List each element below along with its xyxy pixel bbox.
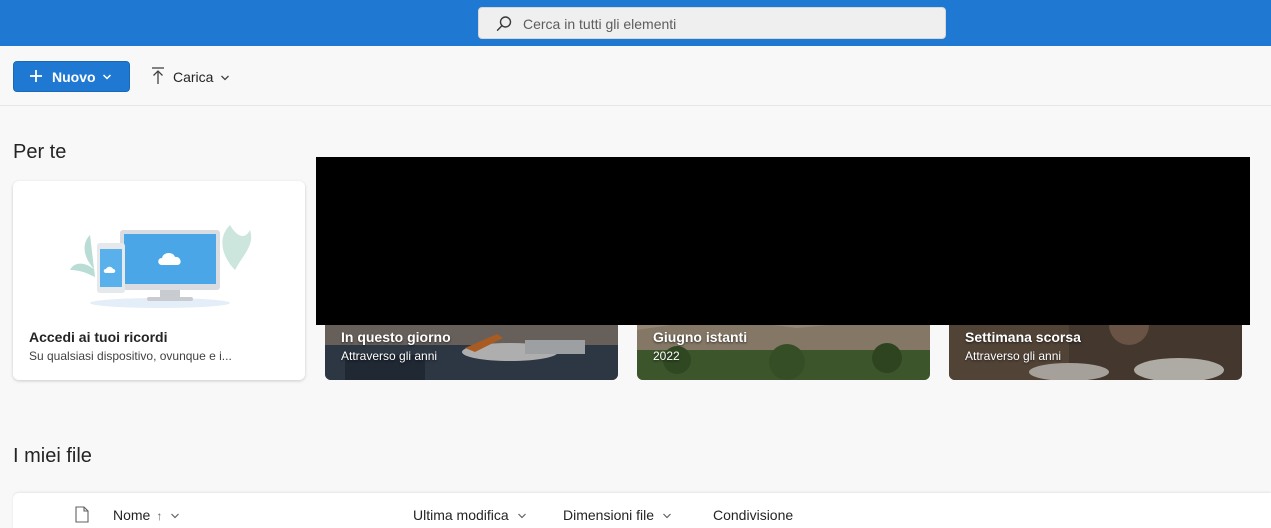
chevron-down-icon bbox=[663, 513, 671, 519]
command-bar: Nuovo Carica bbox=[0, 46, 1271, 106]
chevron-down-icon bbox=[221, 75, 229, 81]
search-placeholder[interactable]: Cerca in tutti gli elementi bbox=[523, 16, 676, 32]
upload-arrow-icon bbox=[152, 67, 164, 84]
chevron-down-icon bbox=[102, 74, 112, 80]
chevron-down-icon bbox=[517, 513, 526, 519]
column-name-label: Nome bbox=[113, 507, 151, 523]
memories-card[interactable]: Accedi ai tuoi ricordi Su qualsiasi disp… bbox=[13, 181, 305, 380]
memories-card-title: Accedi ai tuoi ricordi bbox=[29, 329, 168, 345]
for-you-title: Per te bbox=[13, 141, 67, 163]
chevron-down-icon bbox=[171, 513, 180, 519]
photo-card-subtitle: Attraverso gli anni bbox=[965, 349, 1062, 363]
column-sharing-label: Condivisione bbox=[713, 507, 794, 523]
memories-card-subtitle: Su qualsiasi dispositivo, ovunque e i... bbox=[29, 349, 232, 363]
file-list-header: Nome ↑ Ultima modifica Dimensioni file Co… bbox=[13, 493, 1271, 528]
document-icon bbox=[75, 506, 89, 523]
redacted-region bbox=[316, 157, 1250, 325]
search-box[interactable]: Cerca in tutti gli elementi bbox=[478, 7, 946, 39]
new-button[interactable]: Nuovo bbox=[13, 61, 130, 92]
top-bar: Cerca in tutti gli elementi bbox=[0, 0, 1271, 46]
upload-button-label: Carica bbox=[173, 69, 214, 85]
new-button-label: Nuovo bbox=[52, 69, 96, 85]
column-last-modified-label: Ultima modifica bbox=[413, 507, 509, 523]
photo-card-subtitle: 2022 bbox=[653, 349, 680, 363]
upload-button[interactable]: Carica bbox=[148, 62, 238, 92]
sort-ascending-icon: ↑ bbox=[156, 509, 163, 523]
column-file-size-label: Dimensioni file bbox=[563, 507, 655, 523]
column-last-modified[interactable]: Ultima modifica bbox=[413, 507, 527, 523]
my-files-title: I miei file bbox=[13, 445, 92, 467]
photo-card-title: Giugno istanti bbox=[653, 329, 748, 345]
column-sharing[interactable]: Condivisione bbox=[713, 507, 793, 523]
photo-card-title: Settimana scorsa bbox=[965, 329, 1081, 345]
devices-cloud-illustration bbox=[70, 225, 252, 308]
plus-icon bbox=[30, 70, 42, 82]
search-icon bbox=[496, 16, 512, 31]
column-file-size[interactable]: Dimensioni file bbox=[563, 507, 672, 523]
photo-card-subtitle: Attraverso gli anni bbox=[341, 349, 438, 363]
column-name[interactable]: Nome ↑ bbox=[113, 507, 180, 523]
photo-card-title: In questo giorno bbox=[341, 329, 451, 345]
